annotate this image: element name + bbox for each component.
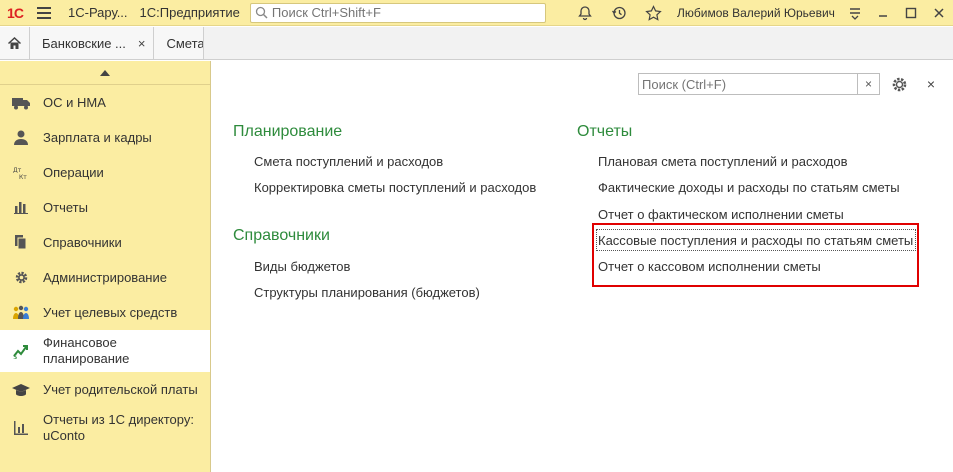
link-planned-budget[interactable]: Плановая смета поступлений и расходов [598,154,848,169]
star-icon[interactable] [643,3,663,23]
sidebar-item-label: Справочники [43,234,122,250]
tab-label: Смета [166,35,205,51]
logo: 1С [0,0,30,26]
section-panel: × × Планирование Смета поступлений и рас… [212,61,953,472]
tab-close-icon[interactable]: × [138,36,146,51]
sidebar-item-label: Отчеты [43,199,88,215]
svg-text:Кт: Кт [19,174,27,180]
sidebar-item-operations[interactable]: Дт Кт Операции [0,155,210,190]
sidebar-item-label: Операции [43,164,104,180]
link-budget[interactable]: Смета поступлений и расходов [254,154,443,169]
section-title-reports: Отчеты [577,123,633,140]
user-name[interactable]: Любимов Валерий Юрьевич [677,6,835,20]
sidebar-item-label: Администрирование [43,269,167,285]
people-icon [12,304,30,322]
link-actual-execution[interactable]: Отчет о фактическом исполнении сметы [598,207,844,222]
tab-label: Банковские ... [42,35,126,51]
sidebar-item-label: Учет целевых средств [43,304,178,320]
panel-search-input[interactable] [639,74,857,94]
finance-icon: $ [12,342,30,360]
sidebar-item-label: Финансовое планирование [43,335,130,366]
panel-search[interactable]: × [638,73,880,95]
tab-bank[interactable]: Банковские ... × [30,27,155,59]
sidebar-item-target-funds[interactable]: Учет целевых средств [0,295,210,330]
more-menu-icon[interactable] [841,0,869,26]
settings-gear-icon[interactable] [888,73,910,95]
gear-icon [12,269,30,287]
person-icon [12,129,30,147]
home-icon[interactable] [0,27,30,59]
svg-text:$: $ [13,353,17,359]
title-bar: 1С 1С-Рару... 1С:Предприятие Любимов Вал… [0,0,953,26]
sidebar-item-financial-planning[interactable]: $ Финансовое планирование [0,330,210,372]
graduation-cap-icon [12,381,30,399]
sidebar-item-parent-fees[interactable]: Учет родительской платы [0,372,210,407]
global-search-input[interactable] [271,5,542,20]
sidebar-item-references[interactable]: Справочники [0,225,210,260]
close-window-icon[interactable] [925,0,953,26]
tabs-bar: Банковские ... × Смета [0,27,953,60]
close-panel-icon[interactable]: × [922,73,940,95]
clear-icon[interactable]: × [857,74,879,94]
sidebar-item-label: Зарплата и кадры [43,129,152,145]
highlight-box [592,223,919,287]
svg-text:Дт: Дт [13,167,22,174]
sidebar-item-label: Отчеты из 1С директору: uConto [43,412,194,443]
dt-kt-icon: Дт Кт [12,164,30,182]
sidebar-item-payroll[interactable]: Зарплата и кадры [0,120,210,155]
logo-text: 1С [7,4,24,21]
link-planning-structures[interactable]: Структуры планирования (бюджетов) [254,285,480,300]
app-name: 1С-Рару... [68,5,128,20]
global-search[interactable] [249,2,546,23]
books-icon [12,234,30,252]
sections-sidebar: ОС и НМА Зарплата и кадры Дт Кт Операции … [0,61,211,472]
bar-chart-icon [12,199,30,217]
sidebar-item-label: Учет родительской платы [43,381,198,397]
section-title-planning: Планирование [233,123,343,140]
history-icon[interactable] [609,3,629,23]
sidebar-item-uconto[interactable]: Отчеты из 1С директору: uConto [0,407,210,449]
sidebar-item-administration[interactable]: Администрирование [0,260,210,295]
minimize-icon[interactable] [869,0,897,26]
maximize-icon[interactable] [897,0,925,26]
sidebar-item-os-nma[interactable]: ОС и НМА [0,85,210,120]
search-icon [255,6,269,20]
scroll-up-icon[interactable] [0,61,210,85]
truck-icon [12,94,30,112]
tab-smeta[interactable]: Смета [154,27,205,59]
app-platform: 1С:Предприятие [139,5,240,20]
bell-icon[interactable] [575,3,595,23]
section-title-references: Справочники [233,227,330,244]
menu-icon[interactable] [30,0,58,26]
link-budget-types[interactable]: Виды бюджетов [254,259,350,274]
chart-icon [12,419,30,437]
sidebar-item-reports[interactable]: Отчеты [0,190,210,225]
link-actual-income-expense[interactable]: Фактические доходы и расходы по статьям … [598,180,900,195]
link-budget-correction[interactable]: Корректировка сметы поступлений и расход… [254,180,536,195]
sidebar-item-label: ОС и НМА [43,94,106,110]
